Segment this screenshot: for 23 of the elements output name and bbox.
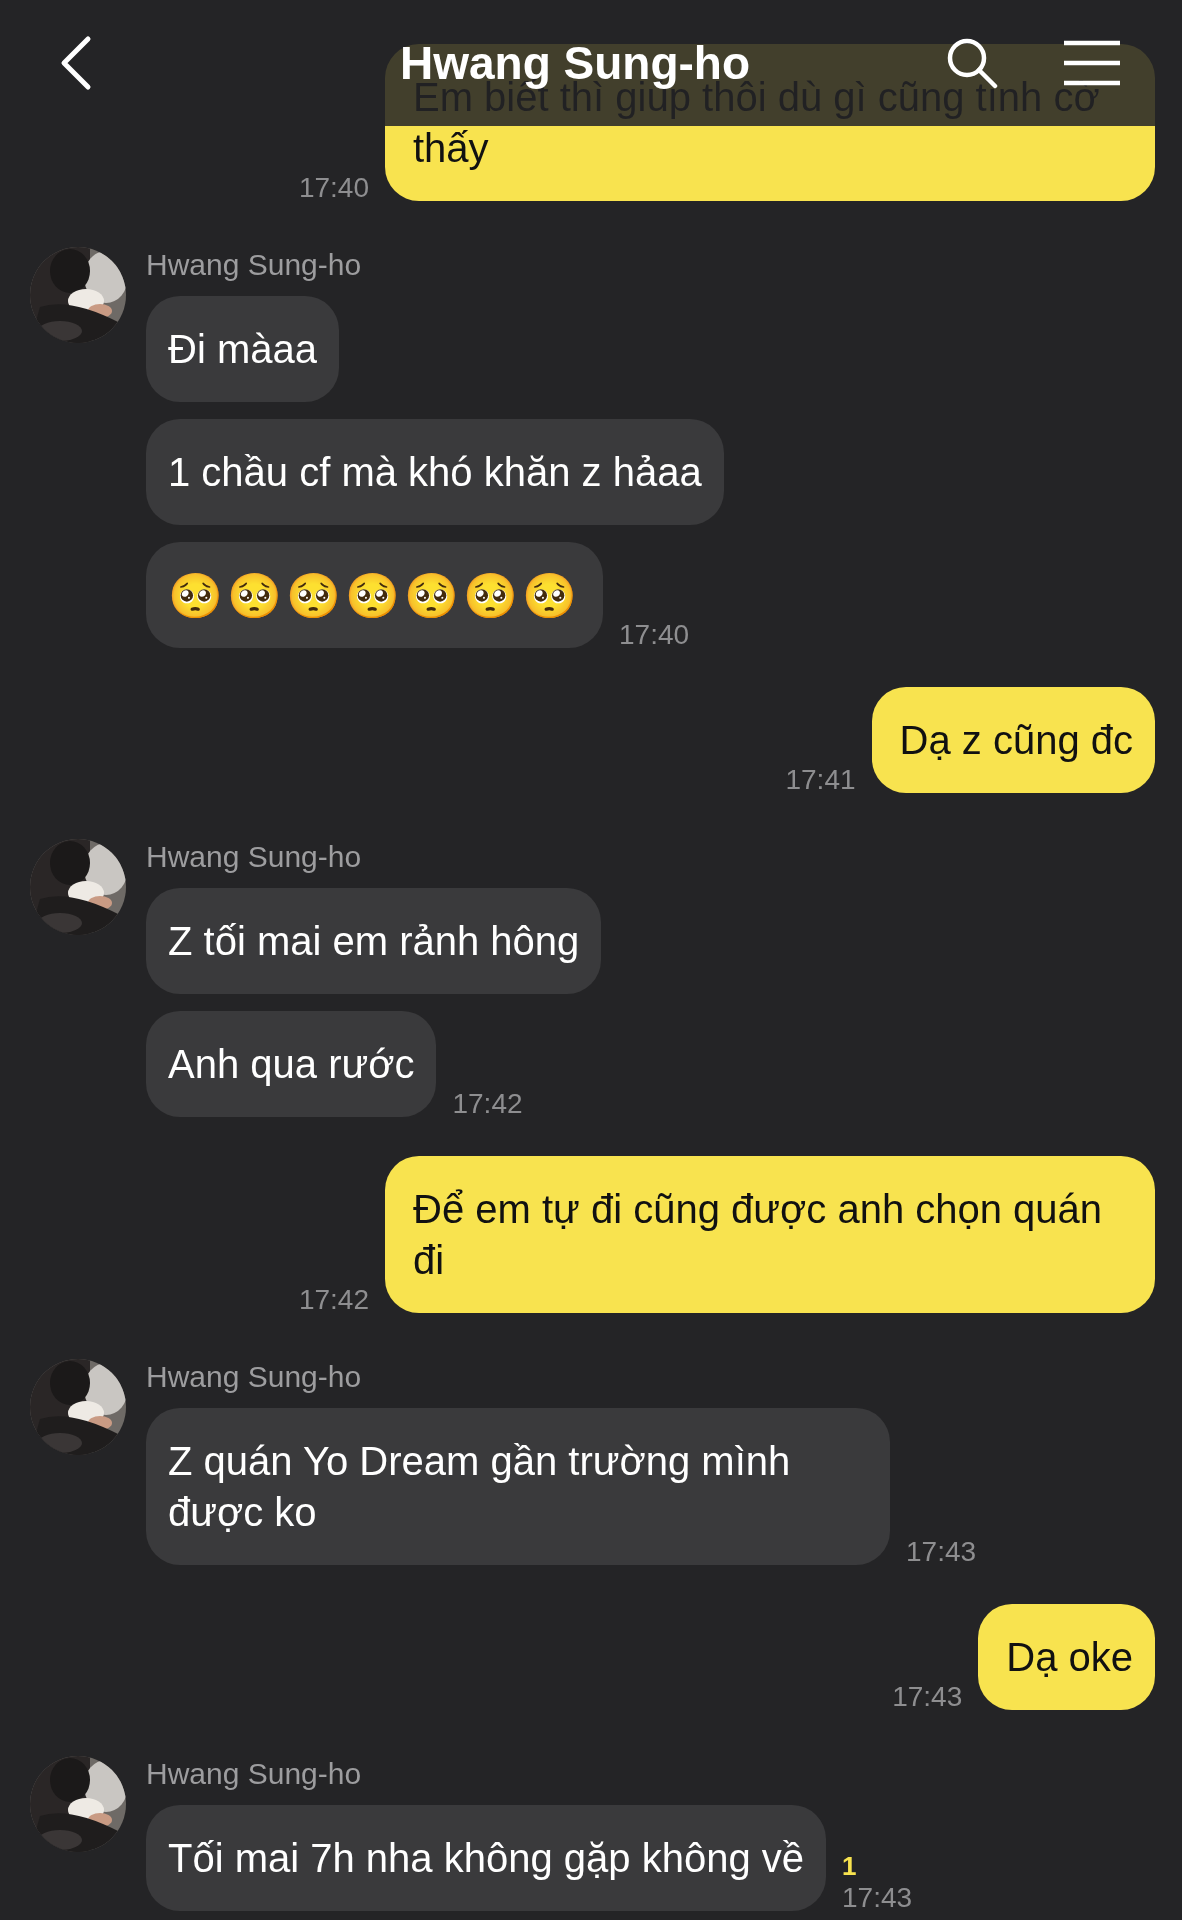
message-time: 17:43 xyxy=(906,1535,977,1569)
message-bubble: 🥺🥺🥺🥺🥺🥺🥺 xyxy=(146,542,603,648)
message-bubble: Dạ z cũng đc xyxy=(871,687,1155,793)
message-bubble: Z quán Yo Dream gần trường mình được ko xyxy=(146,1408,890,1565)
sender-name: Hwang Sung-ho xyxy=(146,247,362,283)
message-time: 17:42 xyxy=(298,1283,369,1317)
sender-name: Hwang Sung-ho xyxy=(146,1359,362,1395)
message-time: 17:41 xyxy=(785,763,856,797)
message-bubble: Anh qua rước xyxy=(146,1011,437,1117)
sender-name: Hwang Sung-ho xyxy=(146,1756,362,1792)
message-bubble: Để em tự đi cũng được anh chọn quán đi xyxy=(385,1156,1155,1313)
message-bubble: Tối mai 7h nha không gặp không về xyxy=(146,1805,826,1911)
message-time: 17:43 xyxy=(892,1680,963,1714)
message-time: 17:40 xyxy=(619,618,690,652)
message-bubble: Dạ oke xyxy=(978,1604,1155,1710)
sender-name: Hwang Sung-ho xyxy=(146,839,362,875)
message-time: 17:40 xyxy=(298,171,369,205)
unread-count: 1 xyxy=(842,1851,857,1881)
message-bubble: 1 chầu cf mà khó khăn z hảaa xyxy=(146,419,724,525)
message-time: 17:43 xyxy=(842,1881,913,1915)
message-bubble: Đi màaa xyxy=(146,296,339,402)
message-time: 17:42 xyxy=(452,1087,523,1121)
message-bubble: Z tối mai em rảnh hông xyxy=(146,888,602,994)
